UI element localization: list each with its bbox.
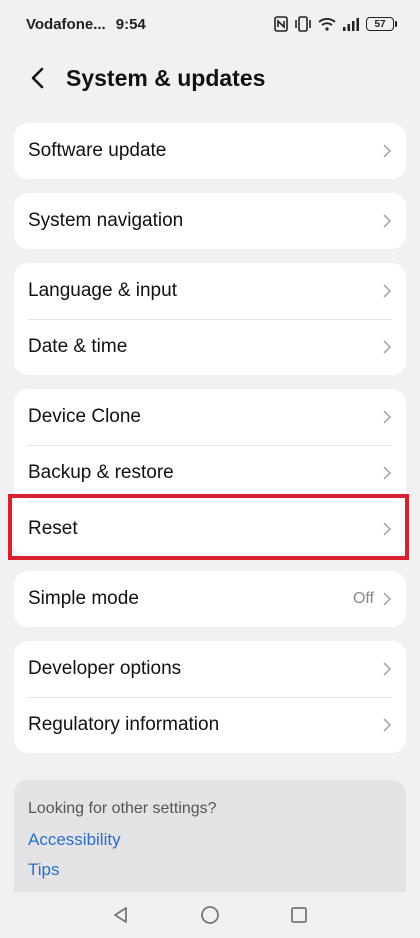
backup-restore-row[interactable]: Backup & restore	[14, 445, 406, 501]
chevron-right-icon	[383, 522, 392, 536]
settings-group-software: Software update	[14, 123, 406, 179]
recents-square-icon[interactable]	[290, 906, 308, 924]
row-label: Device Clone	[28, 406, 141, 427]
chevron-left-icon[interactable]	[30, 62, 54, 94]
nfc-icon	[274, 16, 288, 32]
row-label: Developer options	[28, 658, 182, 679]
signal-icon	[342, 17, 360, 31]
settings-group-navigation: System navigation	[14, 193, 406, 249]
row-label: Date & time	[28, 336, 128, 357]
other-settings-panel: Looking for other settings? Accessibilit…	[14, 780, 406, 892]
row-label: Simple mode	[28, 588, 139, 609]
settings-group-backup: Device Clone Backup & restore Reset	[14, 389, 406, 557]
chevron-right-icon	[383, 592, 392, 606]
chevron-right-icon	[383, 662, 392, 676]
row-label: Backup & restore	[28, 462, 174, 483]
page-title: System & updates	[66, 64, 266, 91]
vibrate-icon	[294, 16, 312, 32]
device-clone-row[interactable]: Device Clone	[14, 389, 406, 445]
tips-link[interactable]: Tips	[28, 860, 392, 880]
battery-icon: 57	[366, 17, 397, 31]
developer-options-row[interactable]: Developer options	[14, 641, 406, 697]
chevron-right-icon	[383, 340, 392, 354]
row-label: Language & input	[28, 280, 177, 301]
row-label: Regulatory information	[28, 714, 220, 735]
chevron-right-icon	[383, 144, 392, 158]
chevron-right-icon	[383, 214, 392, 228]
status-time: 9:54	[115, 15, 146, 33]
status-icons: 57	[274, 16, 397, 32]
chevron-right-icon	[383, 410, 392, 424]
simple-mode-value: Off	[352, 590, 374, 607]
settings-group-developer: Developer options Regulatory information	[14, 641, 406, 753]
software-update-row[interactable]: Software update	[14, 123, 406, 179]
chevron-right-icon	[383, 466, 392, 480]
system-navigation-row[interactable]: System navigation	[14, 193, 406, 249]
header: System & updates	[0, 56, 420, 100]
regulatory-information-row[interactable]: Regulatory information	[14, 697, 406, 753]
date-time-row[interactable]: Date & time	[14, 319, 406, 375]
system-nav-bar	[0, 892, 420, 938]
settings-group-language: Language & input Date & time	[14, 263, 406, 375]
back-triangle-icon[interactable]	[112, 906, 130, 924]
row-label: Software update	[28, 140, 167, 161]
carrier-name: Vodafone...	[26, 15, 106, 33]
settings-group-simple: Simple mode Off	[14, 571, 406, 627]
home-circle-icon[interactable]	[200, 905, 220, 925]
row-label: Reset	[28, 518, 78, 539]
language-input-row[interactable]: Language & input	[14, 263, 406, 319]
reset-row[interactable]: Reset	[14, 501, 406, 557]
accessibility-link[interactable]: Accessibility	[28, 830, 392, 850]
chevron-right-icon	[383, 284, 392, 298]
status-bar: Vodafone... 9:54 57	[0, 0, 420, 48]
simple-mode-row[interactable]: Simple mode Off	[14, 571, 406, 627]
chevron-right-icon	[383, 718, 392, 732]
wifi-icon	[318, 17, 336, 31]
other-settings-title: Looking for other settings?	[28, 800, 217, 817]
row-label: System navigation	[28, 210, 184, 231]
